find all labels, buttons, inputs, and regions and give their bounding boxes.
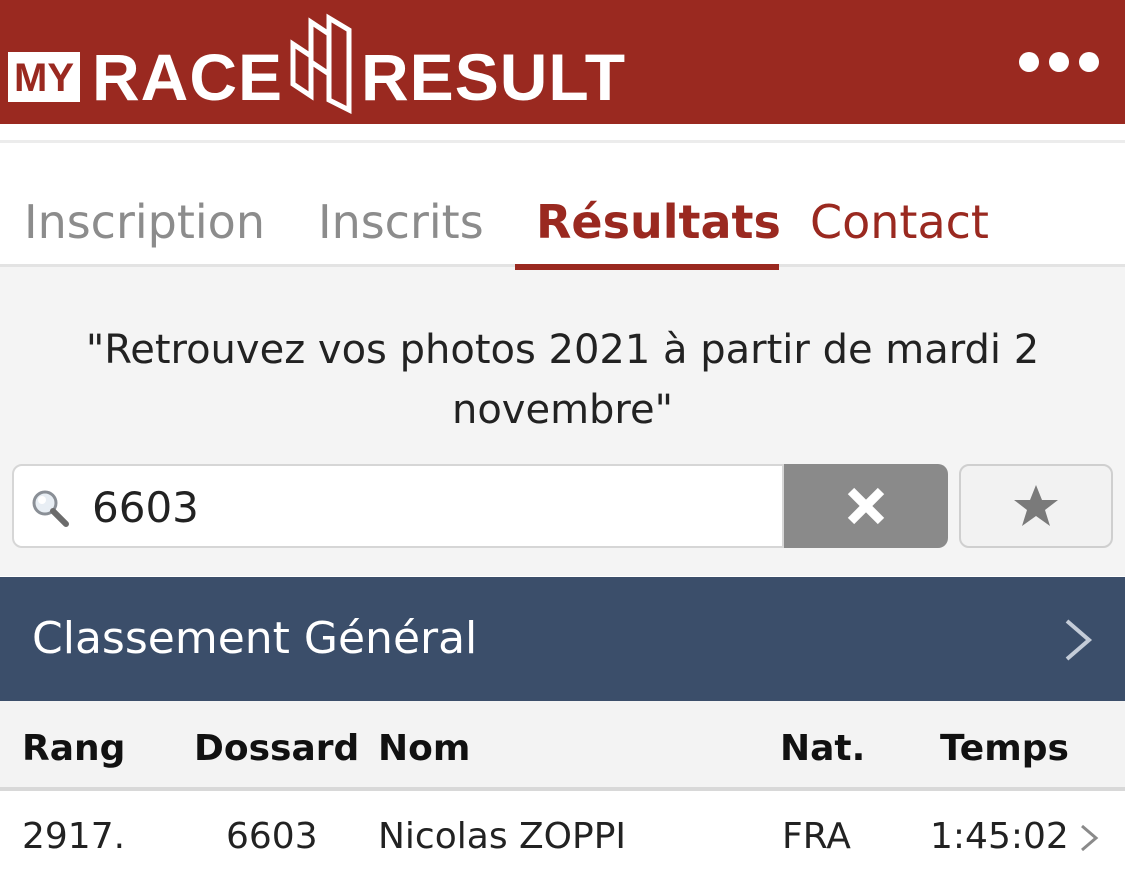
- tab-resultats[interactable]: Résultats: [536, 190, 781, 254]
- tab-contact[interactable]: Contact: [810, 190, 989, 254]
- section-classement-general[interactable]: Classement Général: [0, 577, 1125, 701]
- logo-my-text: MY: [8, 52, 80, 102]
- app-header: MY RACE RESULT: [0, 0, 1125, 124]
- photo-notice: "Retrouvez vos photos 2021 à partir de m…: [85, 327, 1040, 433]
- clear-search-button[interactable]: [784, 464, 948, 548]
- cell-rang: 2917.: [22, 816, 126, 857]
- close-icon: [847, 487, 885, 525]
- table-row[interactable]: 2917. 6603 Nicolas ZOPPI FRA 1:45:02: [0, 795, 1125, 872]
- logo-race-text: RACE: [92, 40, 284, 114]
- cell-dossard: 6603: [226, 816, 318, 857]
- column-header-temps[interactable]: Temps: [940, 725, 1069, 773]
- chevron-right-icon: [1065, 619, 1093, 661]
- section-title: Classement Général: [32, 613, 478, 664]
- more-dots-icon[interactable]: [1019, 52, 1099, 72]
- column-header-nat[interactable]: Nat.: [780, 725, 865, 773]
- search-icon: [32, 490, 69, 527]
- column-header-dossard[interactable]: Dossard: [194, 725, 359, 773]
- active-tab-indicator: [515, 264, 779, 270]
- myraceresult-logo[interactable]: MY RACE RESULT: [8, 10, 626, 114]
- results-table-header: Rang Dossard Nom Nat. Temps: [0, 701, 1125, 791]
- chevron-right-icon: [1081, 824, 1099, 852]
- star-icon: [1014, 485, 1058, 526]
- header-divider: [0, 140, 1125, 143]
- tab-inscription[interactable]: Inscription: [24, 190, 265, 254]
- cell-temps: 1:45:02: [930, 816, 1069, 857]
- tab-bar: Inscription Inscrits Résultats Contact: [0, 190, 1125, 268]
- cell-nat: FRA: [782, 816, 851, 857]
- tab-inscrits[interactable]: Inscrits: [318, 190, 484, 254]
- logo-mark-icon: [290, 13, 352, 114]
- cell-nom: Nicolas ZOPPI: [378, 816, 627, 857]
- search-field[interactable]: [12, 464, 784, 548]
- column-header-rang[interactable]: Rang: [22, 725, 125, 773]
- column-header-nom[interactable]: Nom: [378, 725, 470, 773]
- favorite-button[interactable]: [959, 464, 1113, 548]
- logo-result-text: RESULT: [361, 40, 627, 114]
- search-input[interactable]: [92, 480, 752, 536]
